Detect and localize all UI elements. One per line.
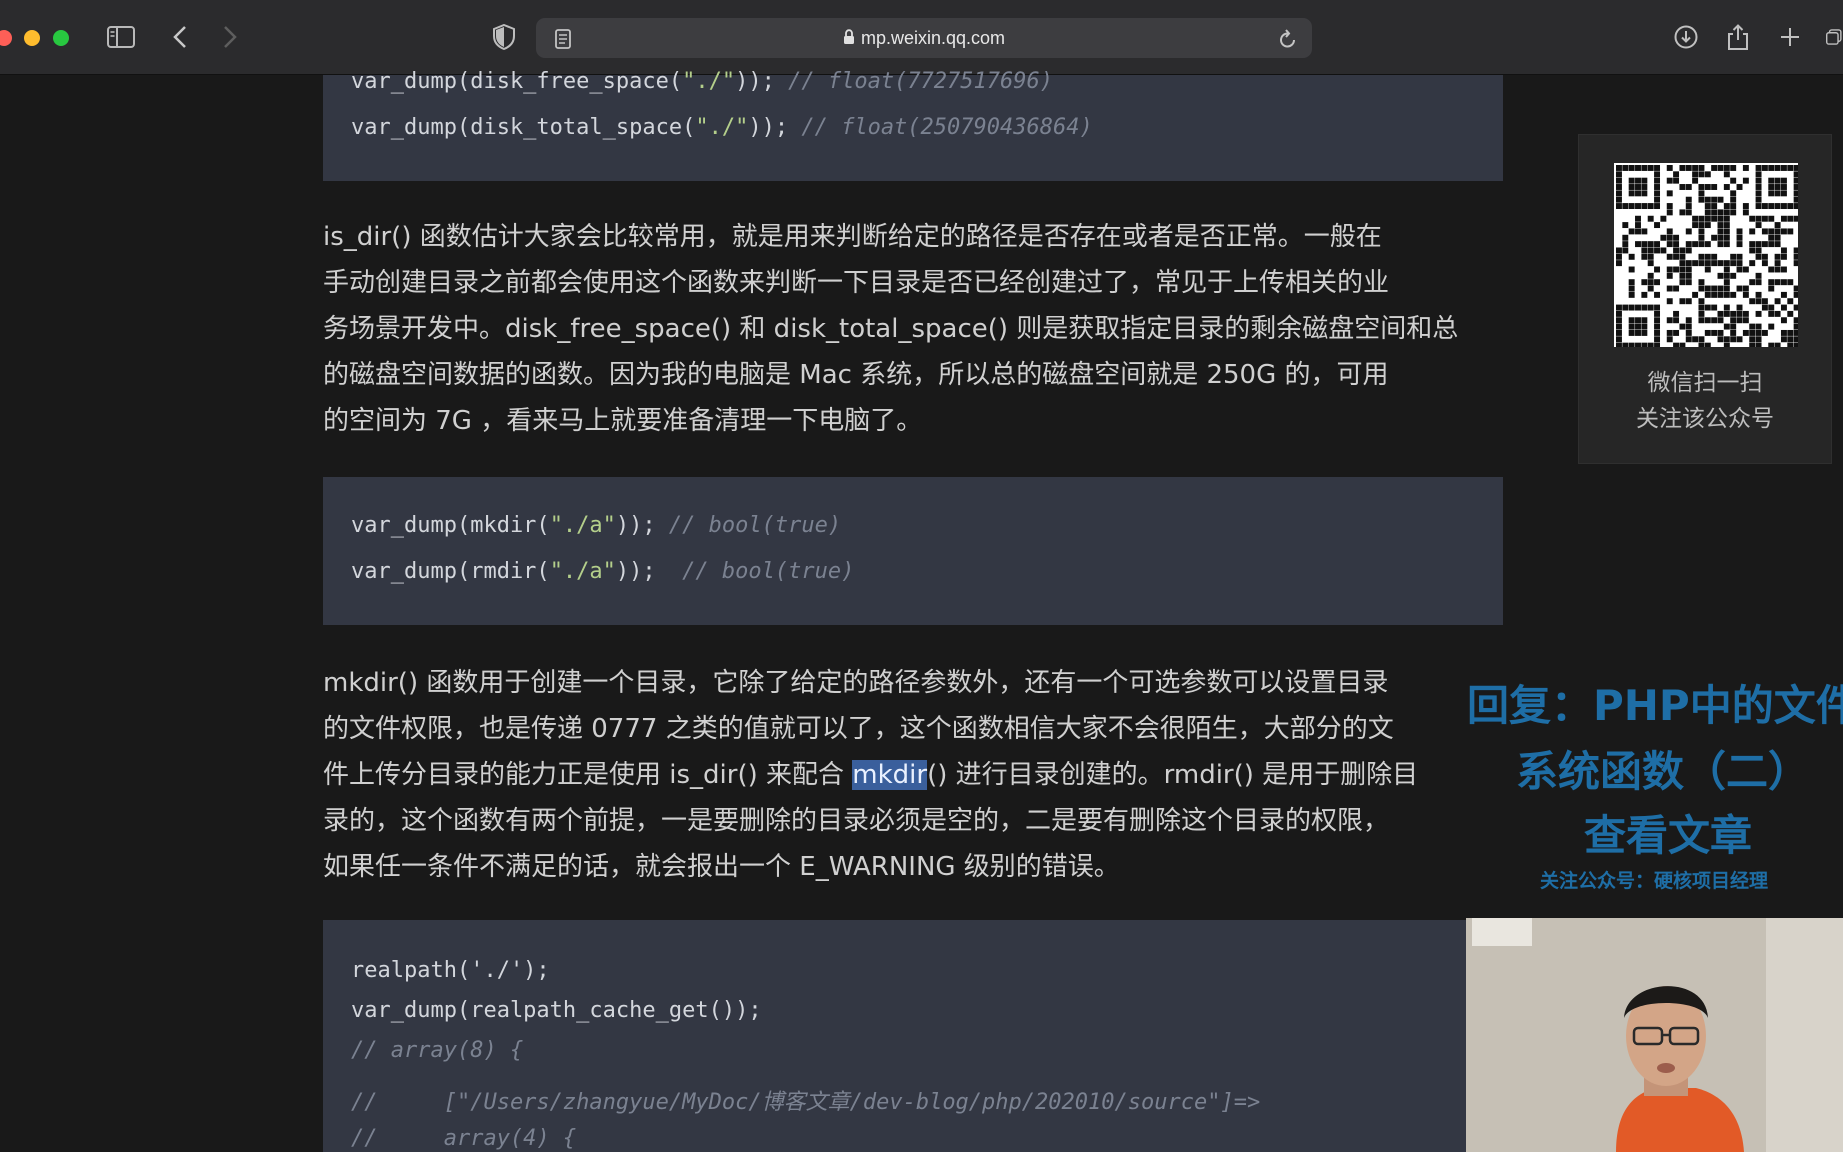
- qr-caption-scan: 微信扫一扫: [1647, 370, 1763, 396]
- shield-icon[interactable]: [490, 22, 518, 52]
- zoom-window-button[interactable]: [53, 30, 69, 46]
- url-label: mp.weixin.qq.com: [860, 28, 1006, 48]
- paragraph-line: 的磁盘空间数据的函数。因为我的电脑是 Mac 系统，所以总的磁盘空间就是 250…: [323, 360, 1389, 390]
- close-window-button[interactable]: [0, 30, 12, 46]
- code-line: // array(8) {: [351, 1038, 524, 1063]
- overlay-line-title: 系统函数（二）: [1516, 747, 1811, 796]
- forward-icon[interactable]: [218, 22, 242, 52]
- reload-icon[interactable]: [1276, 24, 1300, 54]
- selected-text[interactable]: mkdir: [852, 760, 928, 790]
- qr-code-panel: 微信扫一扫 关注该公众号: [1578, 134, 1832, 464]
- back-icon[interactable]: [168, 22, 192, 52]
- browser-toolbar: mp.weixin.qq.com: [0, 0, 1843, 75]
- address-bar[interactable]: mp.weixin.qq.com: [536, 18, 1312, 58]
- code-line: var_dump(disk_free_space("./")); // floa…: [351, 69, 1054, 94]
- downloads-icon[interactable]: [1672, 22, 1700, 52]
- minimize-window-button[interactable]: [24, 30, 40, 46]
- code-line: var_dump(mkdir("./a")); // bool(true): [351, 513, 842, 538]
- paragraph-line: 录的，这个函数有两个前提，一是要删除的目录必须是空的，二是要有删除这个目录的权限…: [323, 806, 1390, 836]
- qr-code-image: [1614, 163, 1800, 349]
- code-line: var_dump(rmdir("./a")); // bool(true): [351, 559, 855, 584]
- overlay-line-follow: 关注公众号：硬核项目经理: [1540, 870, 1769, 892]
- paragraph-line: 如果任一条件不满足的话，就会报出一个 E_WARNING 级别的错误。: [323, 852, 1120, 882]
- share-icon[interactable]: [1724, 22, 1752, 52]
- paragraph-line: 的空间为 7G ，看来马上就要准备清理一下电脑了。: [323, 406, 923, 436]
- code-block-disk-space: var_dump(disk_free_space("./")); // floa…: [323, 69, 1503, 181]
- paragraph-line: 务场景开发中。disk_free_space() 和 disk_total_sp…: [323, 314, 1459, 344]
- paragraph-line: mkdir() 函数用于创建一个目录，它除了给定的路径参数外，还有一个可选参数可…: [323, 668, 1389, 698]
- sidebar-toggle-icon[interactable]: [106, 22, 136, 52]
- code-block-realpath: realpath('./'); var_dump(realpath_cache_…: [323, 920, 1466, 1152]
- code-line: realpath('./');: [351, 958, 550, 983]
- overlay-line-view: 查看文章: [1584, 811, 1753, 860]
- paragraph-line: 的文件权限，也是传递 0777 之类的值就可以了，这个函数相信大家不会很陌生，大…: [323, 714, 1394, 744]
- code-line: var_dump(realpath_cache_get());: [351, 998, 762, 1023]
- code-block-mkdir: var_dump(mkdir("./a")); // bool(true) va…: [323, 477, 1503, 625]
- code-line: // array(4) {: [351, 1126, 577, 1151]
- paragraph-line: is_dir() 函数估计大家会比较常用，就是用来判断给定的路径是否存在或者是否…: [323, 222, 1382, 252]
- lock-icon: [843, 19, 855, 59]
- webcam-video: [1466, 918, 1843, 1152]
- paragraph-mkdir: mkdir() 函数用于创建一个目录，它除了给定的路径参数外，还有一个可选参数可…: [323, 662, 1513, 892]
- url-text[interactable]: mp.weixin.qq.com: [536, 18, 1312, 58]
- overlay-line-reply: 回复：PHP中的文件: [1467, 681, 1843, 730]
- code-line: // ["/Users/zhangyue/MyDoc/博客文章/dev-blog…: [351, 1090, 1261, 1115]
- paragraph-line: 手动创建目录之前都会使用这个函数来判断一下目录是否已经创建过了，常见于上传相关的…: [323, 268, 1390, 298]
- tab-overview-icon[interactable]: [1826, 22, 1843, 52]
- qr-caption-follow: 关注该公众号: [1636, 406, 1774, 432]
- new-tab-icon[interactable]: [1776, 22, 1804, 52]
- paragraph-line: 件上传分目录的能力正是使用 is_dir() 来配合 mkdir() 进行目录创…: [323, 760, 1419, 790]
- code-line: var_dump(disk_total_space("./")); // flo…: [351, 115, 1093, 140]
- paragraph-is-dir: is_dir() 函数估计大家会比较常用，就是用来判断给定的路径是否存在或者是否…: [323, 216, 1513, 446]
